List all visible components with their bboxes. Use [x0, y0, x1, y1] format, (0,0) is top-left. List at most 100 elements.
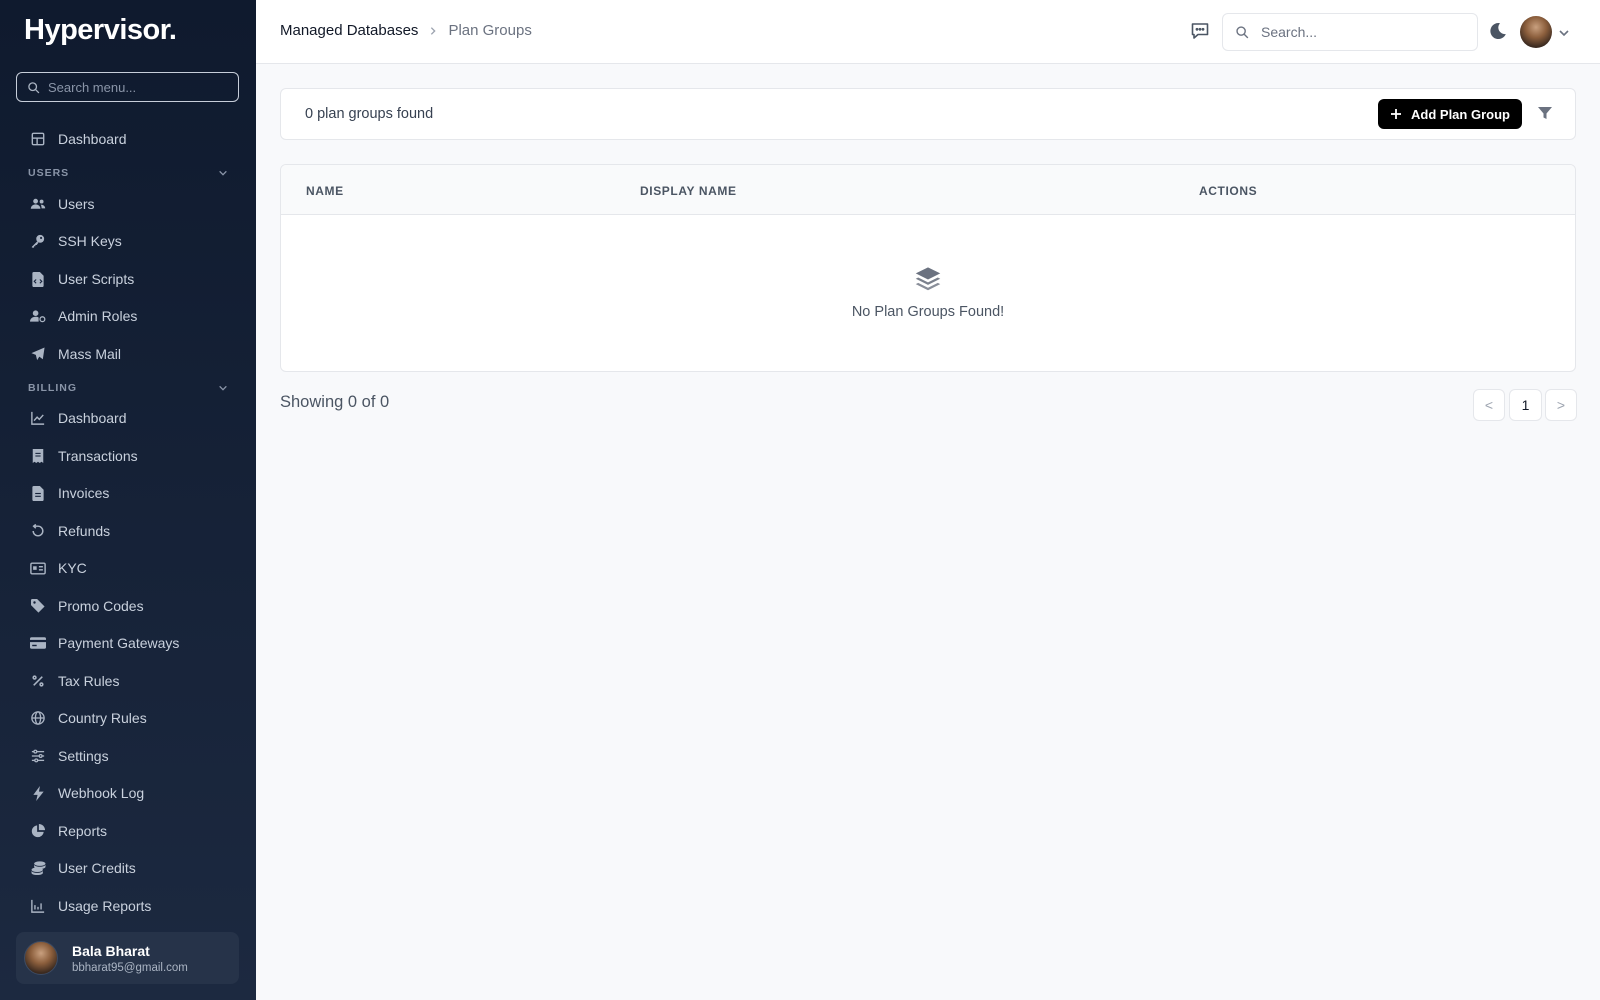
sidebar-item-payment-gateways[interactable]: Payment Gateways	[30, 632, 179, 654]
chevron-right-icon	[428, 26, 438, 36]
sidebar-item-transactions[interactable]: Transactions	[30, 445, 138, 467]
plus-icon	[1391, 109, 1402, 119]
breadcrumb-managed-databases[interactable]: Managed Databases	[280, 22, 418, 39]
sidebar-item-label: Promo Codes	[58, 598, 144, 614]
current-user-card[interactable]: Bala Bharat bbharat95@gmail.com	[16, 932, 239, 984]
section-billing-toggle[interactable]: BILLING	[28, 382, 228, 394]
results-toolbar: 0 plan groups found Add Plan Group	[280, 88, 1576, 140]
sidebar-item-dashboard[interactable]: Dashboard	[30, 128, 127, 150]
sidebar-item-promo-codes[interactable]: Promo Codes	[30, 595, 144, 617]
sidebar-item-usage-reports[interactable]: Usage Reports	[30, 895, 151, 917]
pagination-summary: Showing 0 of 0	[280, 393, 390, 411]
dashboard-grid-icon	[30, 131, 46, 147]
sidebar-item-label: Payment Gateways	[58, 635, 180, 651]
section-users-toggle[interactable]: USERS	[28, 167, 228, 179]
sidebar-item-users[interactable]: Users	[30, 193, 95, 215]
table-header: NAME DISPLAY NAME ACTIONS	[281, 165, 1575, 215]
section-users-label: USERS	[28, 167, 70, 179]
avatar[interactable]	[1520, 16, 1552, 48]
sidebar-item-tax-rules[interactable]: Tax Rules	[30, 670, 119, 692]
script-file-icon	[30, 271, 46, 287]
chevron-down-icon	[219, 170, 227, 176]
percent-icon	[30, 673, 46, 689]
plan-groups-table: NAME DISPLAY NAME ACTIONS No Plan Groups…	[280, 164, 1576, 372]
sidebar-item-label: Users	[58, 196, 95, 212]
sidebar-item-webhook-log[interactable]: Webhook Log	[30, 782, 144, 804]
bar-chart-icon	[30, 898, 46, 914]
sidebar-item-label: Invoices	[58, 485, 110, 501]
tag-icon	[30, 598, 46, 614]
sidebar-item-label: KYC	[58, 560, 87, 576]
add-plan-group-label: Add Plan Group	[1411, 106, 1510, 122]
section-billing-label: BILLING	[28, 382, 77, 394]
sidebar-item-label: Usage Reports	[58, 898, 152, 914]
filter-icon[interactable]	[1537, 105, 1555, 123]
pagination-next-button[interactable]: >	[1545, 389, 1577, 421]
sidebar-item-user-scripts[interactable]: User Scripts	[30, 268, 134, 290]
search-icon	[1236, 26, 1249, 39]
sidebar-item-country-rules[interactable]: Country Rules	[30, 707, 147, 729]
breadcrumb-plan-groups: Plan Groups	[448, 22, 532, 39]
column-header-display-name: DISPLAY NAME	[640, 184, 737, 198]
user-name: Bala Bharat	[72, 942, 150, 959]
globe-icon	[30, 710, 46, 726]
global-search-box[interactable]	[1222, 13, 1478, 51]
receipt-icon	[30, 448, 46, 464]
global-search-input[interactable]	[1261, 24, 1461, 40]
line-chart-icon	[30, 410, 46, 426]
add-plan-group-button[interactable]: Add Plan Group	[1378, 99, 1522, 129]
pagination-page-1[interactable]: 1	[1509, 389, 1542, 421]
sidebar-item-label: Reports	[58, 823, 108, 839]
sidebar-item-invoices[interactable]: Invoices	[30, 482, 109, 504]
pagination-prev-button[interactable]: <	[1473, 389, 1505, 421]
sidebar-item-settings[interactable]: Settings	[30, 745, 109, 767]
user-email: bbharat95@gmail.com	[72, 961, 188, 974]
sidebar-item-label: Tax Rules	[58, 673, 120, 689]
sidebar-item-label: Settings	[58, 748, 109, 764]
empty-state-message: No Plan Groups Found!	[851, 304, 1005, 320]
sliders-icon	[30, 748, 46, 764]
sidebar-item-label: Refunds	[58, 523, 111, 539]
brand-logo: Hypervisor.	[24, 14, 177, 46]
sidebar-item-label: User Credits	[58, 860, 136, 876]
sidebar-item-label: Dashboard	[58, 410, 127, 426]
column-header-name: NAME	[306, 184, 344, 198]
sidebar-item-label: SSH Keys	[58, 233, 122, 249]
empty-state: No Plan Groups Found!	[281, 265, 1575, 320]
chat-icon[interactable]	[1190, 21, 1212, 43]
sidebar: Hypervisor. Dashboard USERS Users SSH Ke…	[0, 0, 256, 1000]
search-icon	[28, 81, 40, 93]
sidebar-item-label: Admin Roles	[58, 308, 138, 324]
sidebar-item-label: User Scripts	[58, 271, 135, 287]
coins-icon	[30, 860, 46, 876]
id-card-icon	[30, 560, 46, 576]
invoice-file-icon	[30, 485, 46, 501]
column-header-actions: ACTIONS	[1199, 184, 1258, 198]
chevron-down-icon[interactable]	[1558, 26, 1572, 40]
sidebar-item-mass-mail[interactable]: Mass Mail	[30, 343, 121, 365]
breadcrumb: Managed Databases Plan Groups	[280, 22, 532, 39]
sidebar-item-kyc[interactable]: KYC	[30, 557, 87, 579]
sidebar-item-user-credits[interactable]: User Credits	[30, 857, 136, 879]
topbar: Managed Databases Plan Groups	[256, 0, 1600, 64]
menu-search-box[interactable]	[16, 72, 239, 102]
sidebar-item-label: Webhook Log	[58, 785, 145, 801]
sidebar-item-billing-dashboard[interactable]: Dashboard	[30, 407, 127, 429]
moon-icon[interactable]	[1489, 22, 1509, 42]
key-icon	[30, 233, 46, 249]
refund-rotate-icon	[30, 523, 46, 539]
avatar	[24, 941, 58, 975]
paper-plane-icon	[30, 346, 46, 362]
sidebar-item-label: Dashboard	[58, 131, 127, 147]
users-icon	[30, 196, 46, 212]
pie-chart-icon	[30, 823, 46, 839]
menu-search-input[interactable]	[48, 79, 228, 95]
sidebar-item-admin-roles[interactable]: Admin Roles	[30, 305, 137, 327]
sidebar-item-label: Transactions	[58, 448, 138, 464]
sidebar-item-refunds[interactable]: Refunds	[30, 520, 110, 542]
credit-card-icon	[30, 635, 46, 651]
bolt-icon	[30, 785, 46, 801]
user-gear-icon	[30, 308, 46, 324]
sidebar-item-reports[interactable]: Reports	[30, 820, 107, 842]
sidebar-item-ssh-keys[interactable]: SSH Keys	[30, 230, 122, 252]
